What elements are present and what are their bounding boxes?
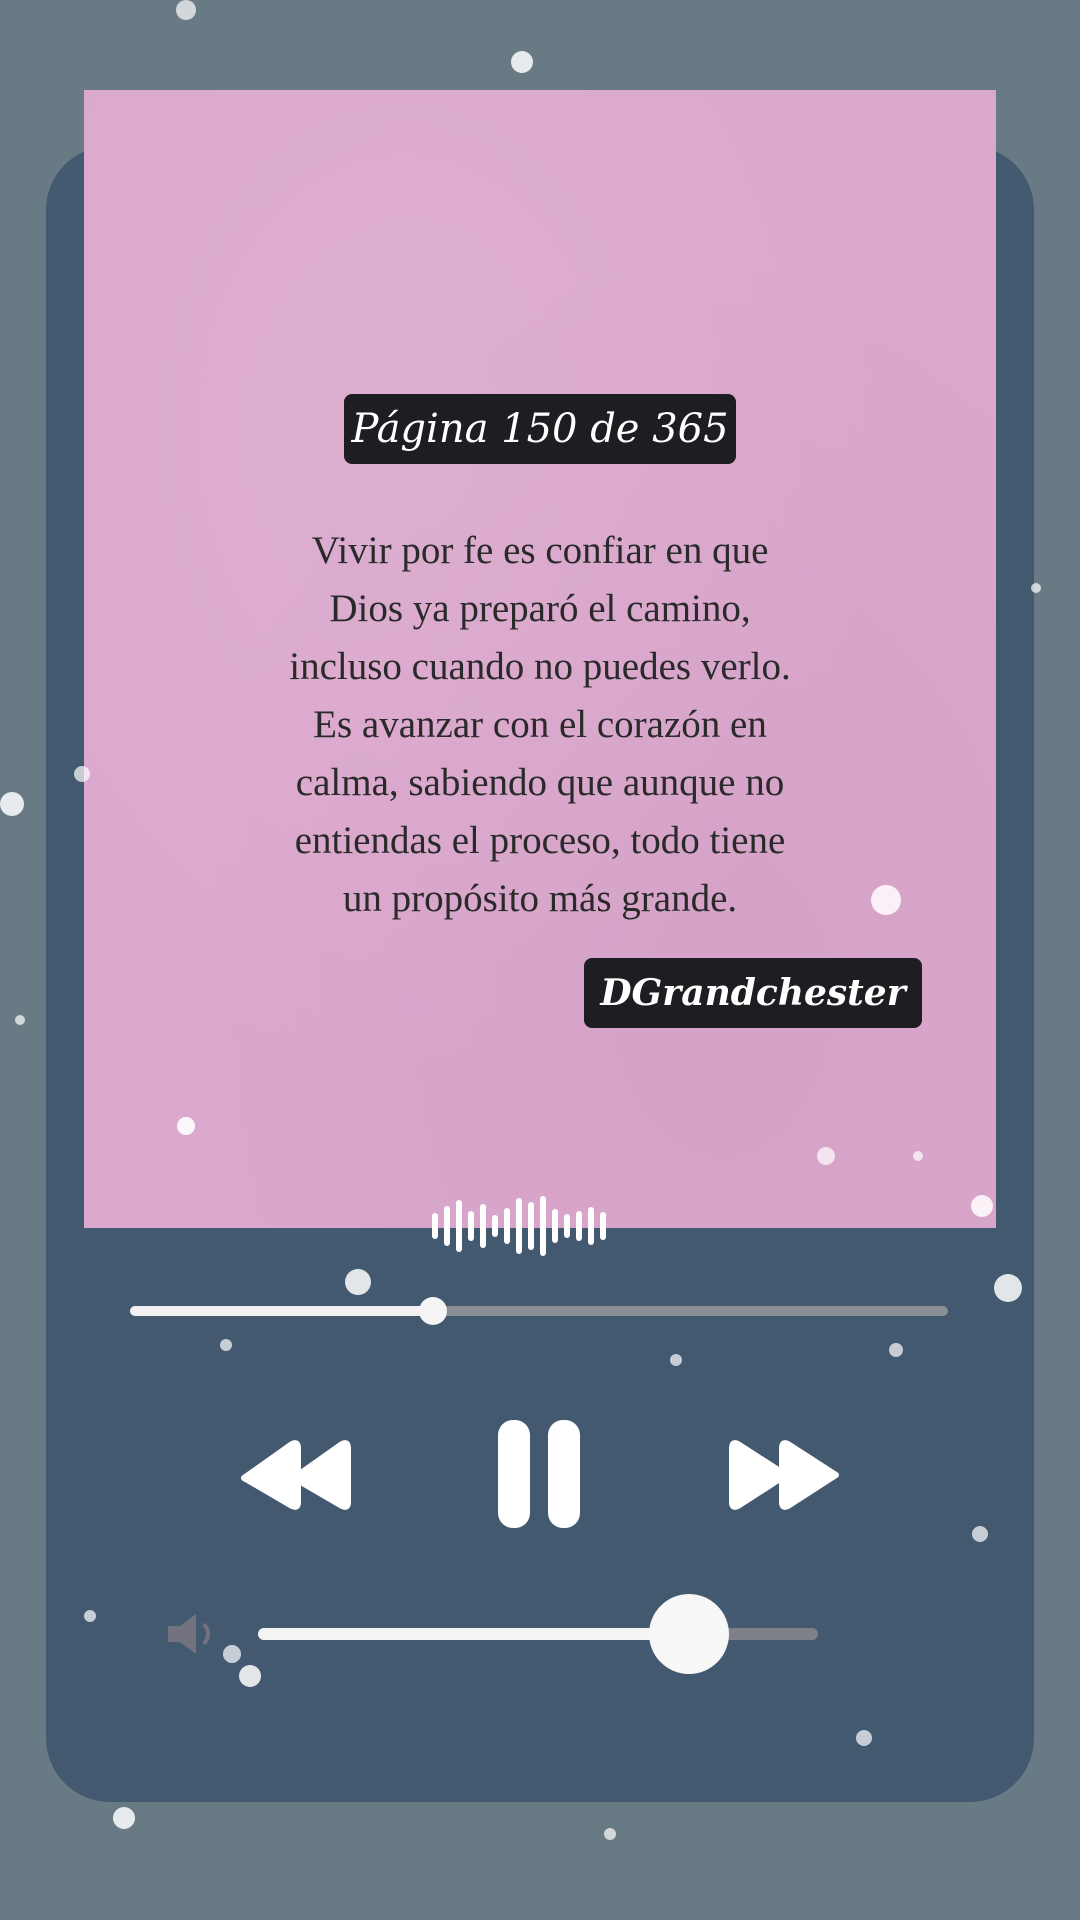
quote-line: Dios ya preparó el camino, [329, 587, 751, 630]
snow-particle [176, 0, 196, 20]
rewind-button[interactable] [236, 1438, 354, 1512]
volume-slider[interactable] [258, 1594, 818, 1674]
rewind-icon [241, 1440, 351, 1510]
snow-particle [0, 792, 24, 816]
waveform-bar [528, 1202, 534, 1250]
waveform-bar [456, 1200, 462, 1252]
pause-icon [498, 1420, 580, 1528]
snow-particle [511, 51, 533, 73]
waveform-bar [492, 1215, 498, 1237]
waveform-bar [600, 1212, 606, 1240]
quote-line: calma, sabiendo que aunque no [295, 761, 785, 804]
quote-line: un propósito más grande. [342, 877, 738, 920]
page-counter-badge: Página 150 de 365 [344, 394, 736, 464]
waveform-bar [588, 1207, 594, 1245]
author-badge: DGrandchester [584, 958, 922, 1028]
snow-particle [113, 1807, 135, 1829]
volume-fill [258, 1628, 690, 1640]
waveform-bar [552, 1209, 558, 1243]
waveform-bar [504, 1208, 510, 1244]
waveform-bar [516, 1198, 522, 1254]
speaker-icon[interactable] [164, 1612, 226, 1656]
fast-forward-icon [729, 1440, 839, 1510]
waveform-bar [444, 1206, 450, 1246]
quote-line: incluso cuando no puedes verlo. [289, 645, 791, 688]
music-player-screen: Página 150 de 365 Vivir por fe es confia… [0, 0, 1080, 1920]
quote-text: Vivir por fe es confiar en que Dios ya p… [240, 522, 840, 928]
progress-fill [130, 1306, 433, 1316]
volume-knob[interactable] [649, 1594, 730, 1674]
quote-line: entiendas el proceso, todo tiene [294, 819, 786, 862]
speaker-glyph [168, 1614, 210, 1654]
quote-line: Vivir por fe es confiar en que [311, 529, 769, 572]
progress-knob[interactable] [418, 1297, 447, 1325]
waveform-icon [432, 1196, 612, 1256]
waveform-bar [540, 1196, 546, 1256]
waveform-bar [468, 1211, 474, 1241]
quote-line: Es avanzar con el corazón en [313, 703, 767, 746]
progress-slider[interactable] [130, 1297, 948, 1325]
snow-particle [15, 1015, 25, 1025]
snow-particle [604, 1828, 616, 1840]
waveform-bar [576, 1211, 582, 1241]
waveform-bar [432, 1213, 438, 1239]
waveform-bar [564, 1214, 570, 1238]
pause-button[interactable] [494, 1418, 584, 1530]
fast-forward-button[interactable] [726, 1438, 844, 1512]
waveform-bar [480, 1204, 486, 1248]
